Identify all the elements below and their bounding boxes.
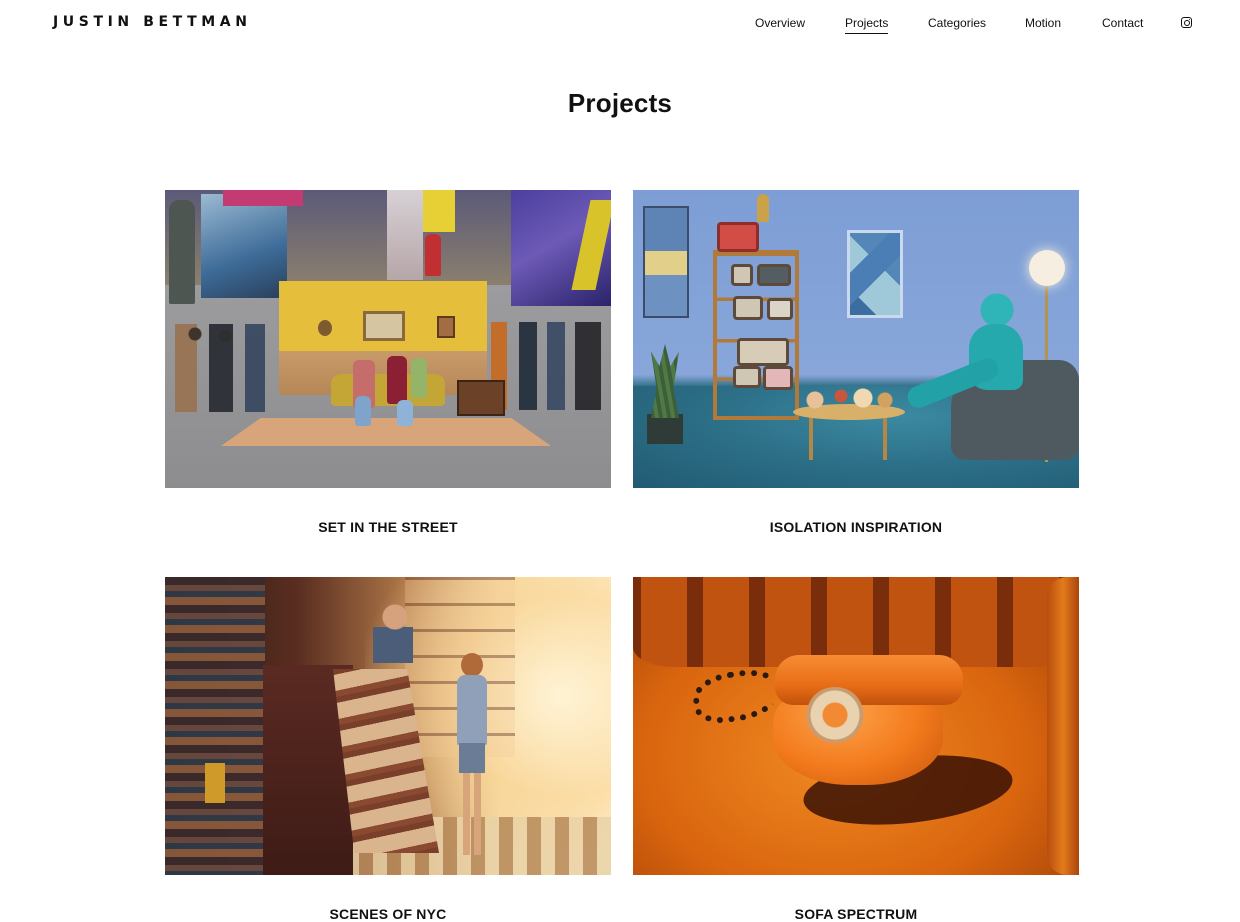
page-title: Projects xyxy=(567,88,673,118)
nav-motion[interactable]: Motion xyxy=(1025,16,1061,33)
project-title[interactable]: ISOLATION INSPIRATION xyxy=(633,519,1079,535)
project-card-isolation-inspiration[interactable]: ISOLATION INSPIRATION xyxy=(633,190,1079,535)
project-image-scenes-of-nyc[interactable] xyxy=(165,577,611,875)
site-header: JUSTIN BETTMAN Overview Projects Categor… xyxy=(0,0,1240,46)
project-title[interactable]: SOFA SPECTRUM xyxy=(633,906,1079,922)
project-card-scenes-of-nyc[interactable]: SCENES OF NYC xyxy=(165,577,611,922)
project-title[interactable]: SET IN THE STREET xyxy=(165,519,611,535)
project-image-set-in-the-street[interactable] xyxy=(165,190,611,488)
project-title[interactable]: SCENES OF NYC xyxy=(165,906,611,922)
nav-overview[interactable]: Overview xyxy=(755,16,805,33)
project-image-sofa-spectrum[interactable] xyxy=(633,577,1079,875)
nav-contact[interactable]: Contact xyxy=(1102,16,1143,33)
nav-projects[interactable]: Projects xyxy=(845,16,889,34)
site-logo[interactable]: JUSTIN BETTMAN xyxy=(53,14,252,30)
project-image-isolation-inspiration[interactable] xyxy=(633,190,1079,488)
project-card-set-in-the-street[interactable]: SET IN THE STREET xyxy=(165,190,611,535)
project-card-sofa-spectrum[interactable]: SOFA SPECTRUM xyxy=(633,577,1079,922)
nav-categories[interactable]: Categories xyxy=(928,16,986,33)
instagram-icon[interactable] xyxy=(1181,17,1192,28)
